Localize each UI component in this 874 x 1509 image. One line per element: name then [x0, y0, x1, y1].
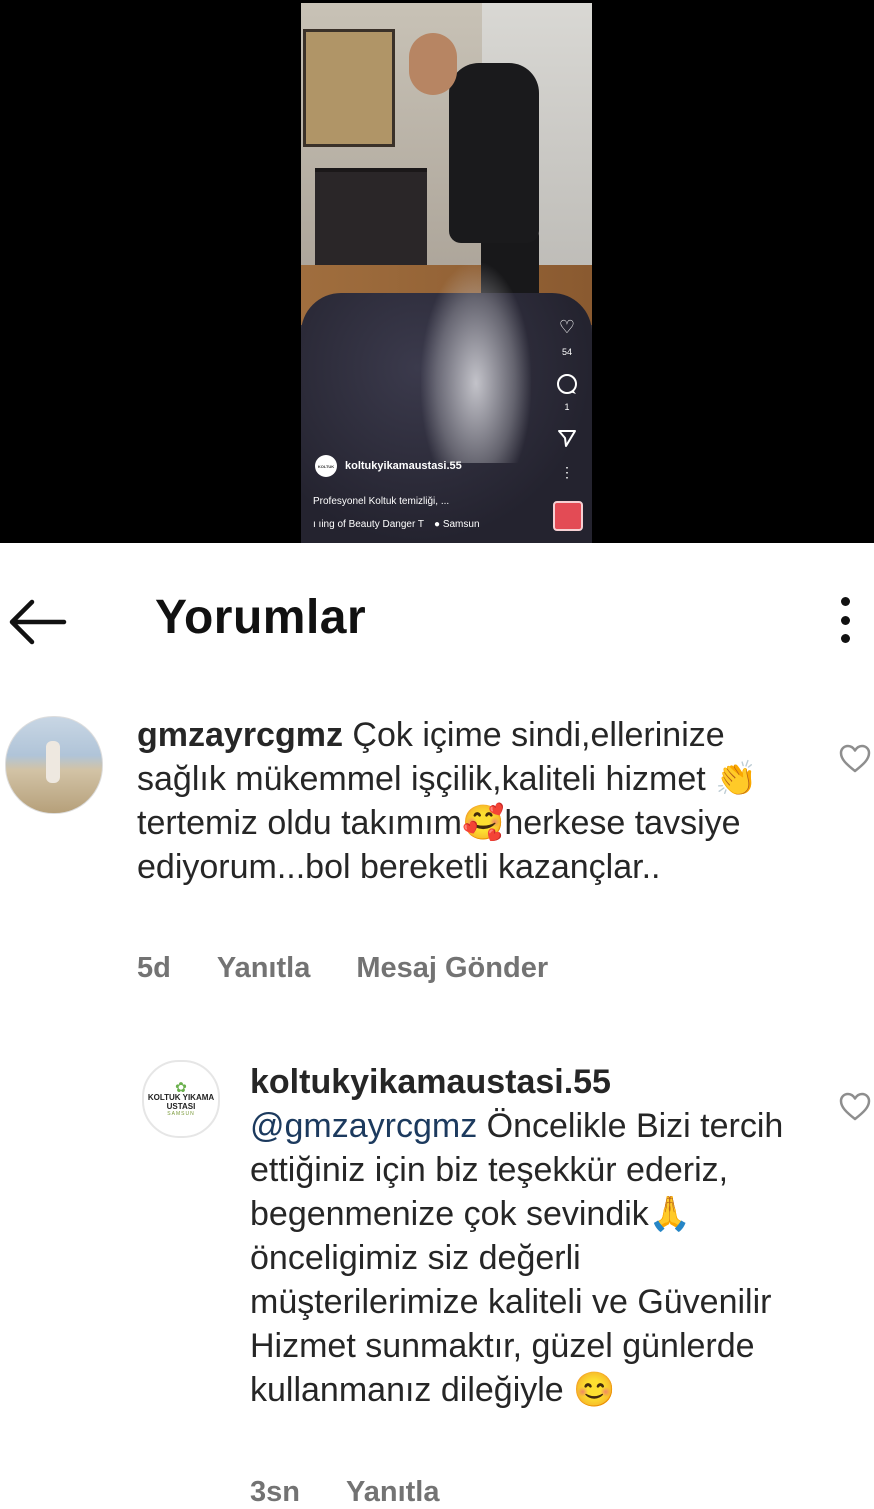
comment-time: 5d [137, 952, 171, 984]
video-user[interactable]: KOLTUK koltukyikamaustasi.55 [315, 455, 462, 477]
back-button[interactable] [6, 597, 68, 647]
clapping-emoji-icon: 👏 [715, 760, 758, 798]
location-tag[interactable]: ● Samsun [434, 519, 480, 530]
share-icon[interactable] [554, 428, 580, 451]
video-user-avatar[interactable]: KOLTUK [315, 455, 337, 477]
like-icon[interactable]: ♡ [554, 318, 580, 336]
video-scene-map-frame [303, 29, 395, 147]
smiling-hearts-emoji-icon: 🥰 [461, 804, 505, 842]
video-music-row: ı ıing of Beauty Danger T ● Samsun [313, 519, 480, 530]
more-dot-icon [840, 615, 850, 625]
comment-text: tertemiz oldu takımım [137, 804, 462, 842]
comment-icon[interactable] [554, 373, 580, 398]
comment-body: gmzayrcgmz Çok içime sindi,ellerinize sa… [137, 713, 797, 889]
avatar-figure [46, 741, 60, 783]
location-pin-icon: ● [434, 519, 441, 530]
comment-meta: 5d Yanıtla Mesaj Gönder [137, 952, 594, 985]
audio-thumbnail[interactable] [553, 501, 583, 531]
arrow-left-icon [9, 599, 67, 645]
video-scene-person [449, 63, 539, 243]
heart-icon [839, 744, 871, 773]
reply-button[interactable]: Yanıtla [217, 952, 311, 985]
video-background: ♡ 54 1 ⋮ KOLTUK koltukyikamaustasi.55 Pr… [0, 0, 874, 543]
avatar-logo-text: KOLTUK YIKAMA USTASI [147, 1093, 215, 1111]
reply-text: önceligimiz siz değerli müşterilerimize … [250, 1239, 772, 1409]
commenter-avatar[interactable] [5, 716, 103, 814]
more-options-button[interactable] [830, 597, 860, 643]
smiling-face-emoji-icon: 😊 [573, 1371, 616, 1409]
reply-time: 3sn [250, 1476, 300, 1508]
reply-body: koltukyikamaustasi.55 @gmzayrcgmz Önceli… [250, 1060, 810, 1412]
reply-username[interactable]: koltukyikamaustasi.55 [250, 1060, 810, 1104]
reply-avatar[interactable]: ✿ KOLTUK YIKAMA USTASI SAMSUN [142, 1060, 220, 1138]
music-track[interactable]: ı ıing of Beauty Danger T [313, 519, 424, 530]
reel-video[interactable]: ♡ 54 1 ⋮ KOLTUK koltukyikamaustasi.55 Pr… [301, 3, 592, 543]
comment-like-button[interactable] [838, 744, 872, 774]
video-username[interactable]: koltukyikamaustasi.55 [345, 460, 462, 472]
more-dot-icon [840, 634, 850, 643]
page-title: Yorumlar [155, 591, 367, 644]
video-scene-steam [421, 263, 531, 463]
location-label: Samsun [442, 519, 480, 530]
like-count: 54 [561, 347, 572, 357]
leaf-icon: ✿ [175, 1079, 187, 1095]
video-scene-person-head [409, 33, 457, 95]
more-options-icon[interactable]: ⋮ [554, 463, 580, 481]
reply-like-button[interactable] [838, 1092, 872, 1122]
reply-meta: 3sn Yanıtla [250, 1476, 485, 1509]
reply-reply-button[interactable]: Yanıtla [346, 1476, 440, 1509]
video-scene-cabinet [315, 168, 427, 280]
avatar-logo-subtext: SAMSUN [167, 1111, 195, 1117]
mention-link[interactable]: @gmzayrcgmz [250, 1107, 477, 1145]
heart-icon [839, 1092, 871, 1121]
more-dot-icon [840, 597, 850, 606]
video-caption[interactable]: Profesyonel Koltuk temizliği, ... [313, 496, 449, 507]
praying-hands-emoji-icon: 🙏 [648, 1195, 692, 1233]
comment-username[interactable]: gmzayrcgmz [137, 716, 343, 754]
comment-count: 1 [564, 402, 570, 412]
send-message-button[interactable]: Mesaj Gönder [356, 952, 548, 985]
